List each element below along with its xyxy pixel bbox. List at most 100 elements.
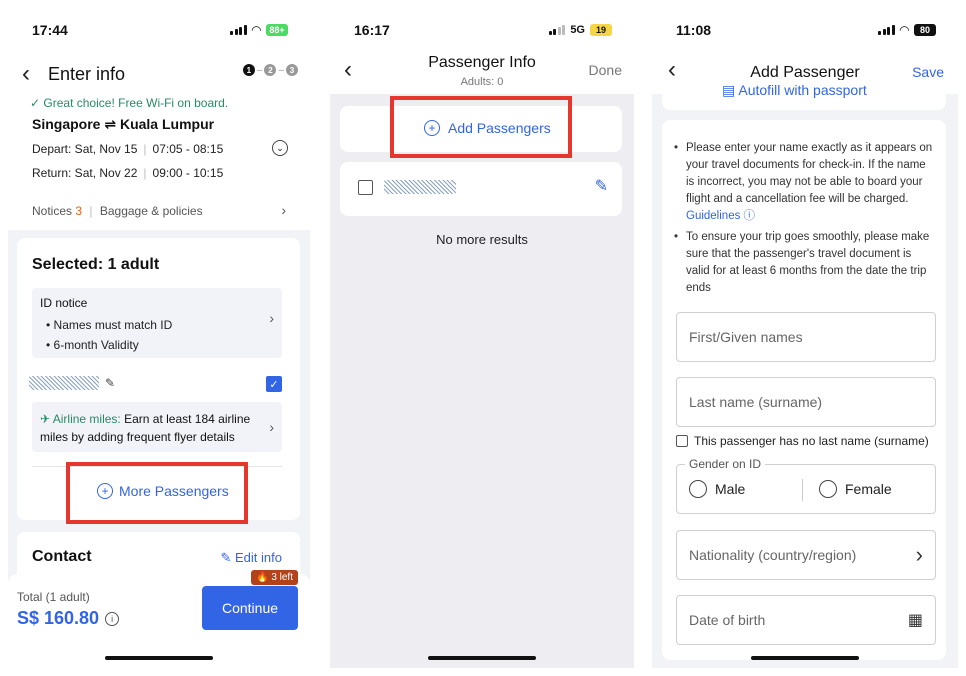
total-amount: S$ 160.80 i [17, 608, 120, 629]
passenger-checkbox[interactable]: ✓ [266, 376, 282, 392]
status-time: 17:44 [32, 22, 68, 38]
id-notice-item-1: • Names must match ID [46, 318, 173, 332]
highlight-box [66, 462, 248, 524]
depart-time: 07:05 - 08:15 [152, 142, 224, 156]
signal-icon [230, 25, 247, 35]
wifi-icon: ◠ [251, 23, 261, 37]
nationality-field[interactable]: Nationality (country/region) › [676, 530, 936, 580]
date-of-birth-field[interactable]: Date of birth ▦ [676, 595, 936, 645]
step-2: 2 [264, 64, 277, 76]
info-icon[interactable]: i [105, 611, 120, 626]
highlight-box [390, 96, 572, 158]
divider [802, 479, 803, 501]
notices-row[interactable]: Notices 3 | Baggage & policies [32, 204, 203, 218]
radio-circle-icon [689, 480, 707, 498]
back-arrow-icon[interactable]: ‹ [22, 60, 30, 88]
depart-label: Depart: Sat, Nov 15 [32, 142, 138, 156]
miles-label: Airline miles: [52, 412, 121, 426]
passenger-list-item[interactable]: ✎ [340, 162, 622, 216]
booking-footer: Total (1 adult) S$ 160.80 i 🔥 3 left Con… [8, 570, 310, 668]
status-icons: 5G 19 [548, 24, 612, 36]
passenger-form: Please enter your name exactly as it app… [662, 120, 946, 660]
status-bar: 17:44 ◠ 88+ [8, 8, 310, 52]
calendar-icon: ▦ [907, 612, 923, 629]
return-row: Return: Sat, Nov 22 | 09:00 - 10:15 [32, 166, 224, 180]
home-indicator [428, 656, 536, 660]
wifi-notice: ✓ Great choice! Free Wi-Fi on board. [30, 96, 228, 110]
notices-count: 3 [75, 204, 83, 218]
id-notice-box[interactable]: ID notice • Names must match ID • 6-mont… [32, 288, 282, 358]
return-time: 09:00 - 10:15 [152, 166, 224, 180]
route-title: Singapore ⇌ Kuala Lumpur [32, 116, 215, 132]
chevron-right-icon: › [269, 419, 274, 435]
status-icons: ◠ 80 [878, 23, 936, 37]
phone-add-passenger: 11:08 ◠ 80 ‹ Add Passenger Save ▤ Autofi… [652, 8, 958, 668]
selected-title: Selected: 1 adult [32, 256, 160, 273]
info-icon: ⓘ [743, 210, 756, 222]
autofill-card[interactable]: ▤ Autofill with passport [662, 80, 946, 110]
id-notice-title: ID notice [40, 296, 88, 310]
network-label: 5G [570, 24, 585, 36]
step-3: 3 [286, 64, 298, 76]
phone-enter-info: 17:44 ◠ 88+ ‹ Enter info 1 – 2 – 3 ✓ Gre… [8, 8, 310, 668]
passenger-row[interactable]: ✎ ✓ [29, 374, 282, 394]
radio-circle-icon [819, 480, 837, 498]
passenger-checkbox[interactable] [358, 180, 373, 195]
signal-icon [548, 25, 566, 35]
gender-selector: Gender on ID Male Female [676, 457, 936, 514]
no-last-name-option[interactable]: This passenger has no last name (surname… [676, 434, 929, 448]
note-2: To ensure your trip goes smoothly, pleas… [674, 229, 936, 297]
plane-icon: ✈ [40, 412, 51, 426]
airline-miles-box[interactable]: ✈ Airline miles: Earn at least 184 airli… [32, 402, 282, 452]
no-more-results: No more results [436, 232, 528, 247]
note-1: Please enter your name exactly as it app… [674, 140, 936, 225]
status-bar: 11:08 ◠ 80 [652, 8, 958, 52]
autofill-link: ▤ Autofill with passport [722, 82, 867, 98]
status-bar: 16:17 5G 19 [330, 8, 634, 52]
passport-icon: ▤ [722, 82, 736, 98]
chevron-right-icon[interactable]: › [281, 202, 286, 218]
depart-row: Depart: Sat, Nov 15 | 07:05 - 08:15 [32, 142, 224, 156]
notices-label: Notices [32, 204, 73, 218]
home-indicator [751, 656, 859, 660]
battery-icon: 80 [914, 24, 936, 36]
save-button[interactable]: Save [912, 64, 944, 80]
policies-link: Baggage & policies [99, 204, 203, 218]
check-circle-icon: ✓ [30, 96, 41, 110]
no-last-name-checkbox[interactable] [676, 435, 688, 447]
seats-left-badge: 🔥 3 left [251, 570, 298, 585]
wifi-notice-text: Great choice! Free Wi-Fi on board. [43, 96, 229, 110]
screenshot-stage: 17:44 ◠ 88+ ‹ Enter info 1 – 2 – 3 ✓ Gre… [0, 0, 966, 676]
contact-title: Contact [32, 548, 92, 565]
phone-passenger-info: 16:17 5G 19 ‹ Passenger Info Adults: 0 D… [330, 8, 634, 668]
wifi-icon: ◠ [899, 23, 909, 37]
last-name-field[interactable]: Last name (surname) [676, 377, 936, 427]
edit-pen-icon[interactable]: ✎ [105, 376, 115, 390]
notices-separator: | [89, 204, 93, 218]
chevron-right-icon: › [269, 310, 274, 326]
first-name-field[interactable]: First/Given names [676, 312, 936, 362]
total-label: Total (1 adult) [17, 590, 90, 604]
edit-info-link[interactable]: ✎ Edit info [220, 550, 282, 566]
gender-male-radio[interactable]: Male [689, 480, 745, 498]
done-button[interactable]: Done [589, 62, 622, 78]
home-indicator [105, 656, 213, 660]
edit-pen-icon[interactable]: ✎ [595, 176, 608, 196]
redacted-name [384, 180, 456, 194]
gender-female-radio[interactable]: Female [819, 480, 892, 498]
signal-icon [878, 25, 895, 35]
chevron-right-icon: › [915, 542, 923, 567]
return-label: Return: Sat, Nov 22 [32, 166, 138, 180]
no-last-name-label: This passenger has no last name (surname… [694, 434, 929, 448]
name-instructions: Please enter your name exactly as it app… [674, 140, 936, 301]
chevron-down-icon[interactable]: ⌄ [272, 140, 288, 156]
redacted-name [29, 376, 99, 390]
status-time: 11:08 [676, 22, 712, 38]
status-time: 16:17 [354, 22, 390, 38]
id-notice-item-2: • 6-month Validity [46, 338, 139, 352]
continue-button[interactable]: Continue [202, 586, 298, 630]
status-icons: ◠ 88+ [230, 23, 288, 37]
step-indicator: 1 – 2 – 3 [242, 64, 298, 76]
guidelines-link[interactable]: Guidelines [686, 210, 740, 222]
battery-icon: 88+ [266, 24, 288, 36]
